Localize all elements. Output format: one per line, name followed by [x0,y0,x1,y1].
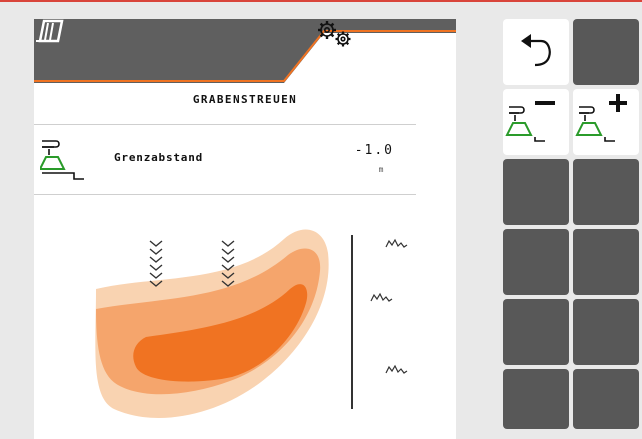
border-distance-icon [40,140,84,180]
softkey-blank-1[interactable] [573,19,639,85]
header-bar [34,19,456,83]
back-button[interactable] [503,19,569,85]
back-arrow-icon [521,34,551,67]
divider [34,194,416,195]
field-home-icon [36,19,64,43]
increase-distance-button[interactable] [573,89,639,155]
border-distance-row[interactable]: Grenzabstand -1.0 m [34,127,456,191]
softkey-blank-3[interactable] [573,159,639,225]
spread-pattern-illustration [95,229,408,418]
gears-icon [318,21,351,47]
tab-settings[interactable] [314,19,456,83]
softkey-blank-6[interactable] [503,299,569,365]
divider [34,124,416,125]
border-distance-unit: m [378,165,384,174]
spreader-plus-icon [575,94,627,142]
top-accent-line [0,0,642,2]
softkey-blank-9[interactable] [573,369,639,429]
tab-home[interactable] [34,19,214,83]
softkey-blank-8[interactable] [503,369,569,429]
page-title: GRABENSTREUEN [192,93,298,106]
spreader-minus-icon [505,101,555,142]
grass-border-icon [370,238,408,374]
border-distance-label: Grenzabstand [114,151,204,164]
decrease-distance-button[interactable] [503,89,569,155]
main-panel: GRABENSTREUEN Grenzabstand -1.0 m [34,19,456,439]
softkey-blank-5[interactable] [573,229,639,295]
softkey-blank-7[interactable] [573,299,639,365]
softkey-blank-4[interactable] [503,229,569,295]
softkey-blank-2[interactable] [503,159,569,225]
border-distance-value: -1.0 [354,143,394,158]
